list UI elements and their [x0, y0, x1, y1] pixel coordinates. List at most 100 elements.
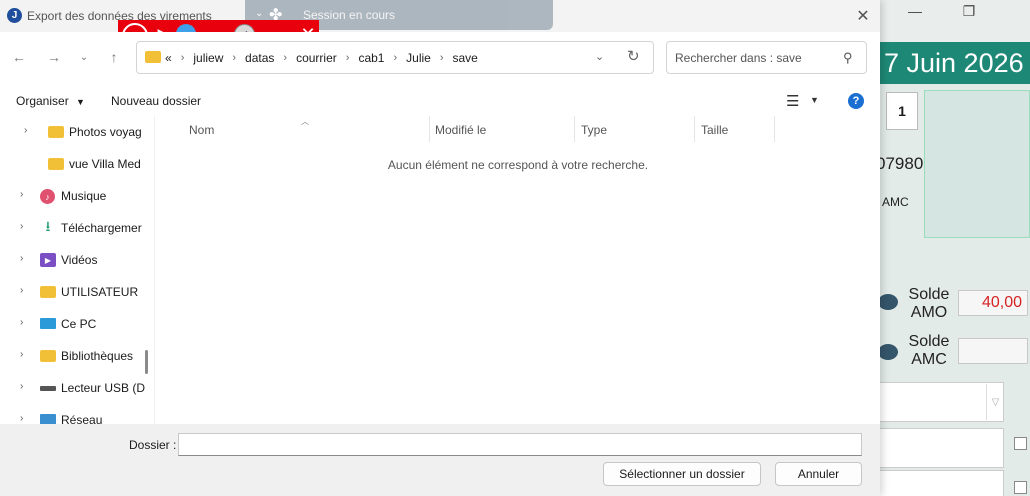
chevron-right-icon: › [232, 52, 237, 64]
chevron-down-icon[interactable]: ▼ [810, 95, 819, 105]
folder-icon [48, 158, 64, 170]
background-checkbox[interactable] [1014, 437, 1027, 450]
chevron-down-icon[interactable]: ▽ [986, 384, 1004, 420]
eye-icon[interactable] [878, 294, 898, 310]
app-logo-icon: J [7, 8, 22, 23]
background-checkbox[interactable] [1014, 481, 1027, 494]
tree-item-label: Réseau [61, 413, 103, 424]
chevron-right-icon: › [283, 52, 288, 64]
column-header-type[interactable]: Type [581, 116, 695, 142]
column-header-name[interactable]: Nom [189, 116, 430, 142]
solde-amc-label: Solde AMC [908, 333, 950, 368]
tree-item-label: Bibliothèques [61, 349, 134, 363]
tree-item[interactable]: › ♪ Musique [0, 180, 152, 212]
chevron-right-icon[interactable]: › [24, 125, 27, 136]
chevron-right-icon[interactable]: › [20, 349, 23, 360]
tree-item-label: Lecteur USB (D [61, 381, 146, 395]
eye-icon[interactable] [878, 344, 898, 360]
folder-icon [48, 126, 64, 138]
search-input[interactable] [675, 50, 835, 66]
folder-icon [40, 286, 56, 298]
chevron-right-icon[interactable]: › [20, 285, 23, 296]
chevron-down-icon: ▼ [76, 97, 85, 107]
forward-arrow-icon[interactable]: → [43, 46, 65, 68]
background-field[interactable] [878, 470, 1004, 496]
column-header-modified[interactable]: Modifié le [435, 116, 575, 142]
chevron-right-icon[interactable]: › [20, 317, 23, 328]
chevron-right-icon[interactable]: › [20, 413, 23, 424]
chevron-down-icon[interactable]: ⌄ [595, 50, 604, 63]
count-box: 1 [886, 92, 918, 130]
search-icon[interactable]: ⚲ [843, 50, 853, 66]
navigation-bar: ← → ⌄ ↑ « › juliew › datas › courrier › … [0, 32, 880, 84]
file-list: ︿ Nom Modifié le Type Taille Aucun éléme… [154, 116, 880, 424]
background-field[interactable] [878, 428, 1004, 468]
column-header-size[interactable]: Taille [701, 116, 775, 142]
tree-item-label: Musique [61, 189, 107, 203]
solde-amc-value [958, 338, 1028, 364]
tree-item[interactable]: vue Villa Med [0, 148, 152, 180]
chevron-down-icon[interactable]: ⌄ [255, 8, 263, 19]
command-bar: Organiser ▼ Nouveau dossier ☰ ▼ ? [0, 84, 880, 116]
computer-icon [40, 318, 56, 329]
maximize-icon[interactable]: ❐ [946, 0, 992, 22]
back-arrow-icon[interactable]: ← [8, 46, 30, 68]
folder-label: Dossier : [129, 438, 177, 452]
chevron-right-icon: › [180, 52, 185, 64]
breadcrumb-item[interactable]: courrier [296, 51, 337, 65]
info-area [924, 90, 1030, 238]
chevron-right-icon[interactable]: › [20, 189, 23, 200]
breadcrumb-item[interactable]: datas [245, 51, 274, 65]
minimize-icon[interactable]: — [892, 0, 938, 22]
scrollbar[interactable] [145, 350, 148, 374]
tree-item[interactable]: › ▶ Vidéos [0, 244, 152, 276]
folder-input[interactable] [178, 433, 862, 456]
breadcrumb-item[interactable]: juliew [193, 51, 223, 65]
help-icon[interactable]: ? [848, 93, 864, 109]
organize-menu[interactable]: Organiser ▼ [16, 94, 85, 108]
chevron-down-icon[interactable]: ⌄ [73, 46, 95, 68]
patient-number: 07980 [876, 154, 924, 173]
date-text: 7 Juin 2026 [884, 48, 1024, 78]
up-arrow-icon[interactable]: ↑ [103, 46, 125, 68]
music-icon: ♪ [40, 189, 55, 204]
tree-item[interactable]: › Lecteur USB (D [0, 372, 152, 404]
tree-item-label: Téléchargemer [61, 221, 142, 235]
folder-picker-dialog: J Export des données des virements ✕ ⌄ ✤… [0, 0, 880, 496]
tree-item[interactable]: › ⭳ Téléchargemer [0, 212, 152, 244]
chevron-right-icon: › [345, 52, 350, 64]
chevron-right-icon[interactable]: › [20, 381, 23, 392]
close-icon[interactable]: ✕ [846, 0, 880, 32]
search-box[interactable]: ⚲ [666, 41, 867, 74]
chevron-right-icon[interactable]: › [20, 253, 23, 264]
tree-item-label: vue Villa Med [69, 157, 141, 171]
tree-item[interactable]: › Réseau [0, 404, 152, 424]
dialog-footer: Dossier : Sélectionner un dossier Annule… [0, 424, 880, 496]
breadcrumb-item[interactable]: save [453, 51, 478, 65]
refresh-icon[interactable]: ↻ [627, 47, 640, 65]
tree-item-label: Vidéos [61, 253, 98, 267]
chevron-right-icon: › [393, 52, 398, 64]
tree-item[interactable]: › Bibliothèques [0, 340, 152, 372]
breadcrumb: « › juliew › datas › courrier › cab1 › J… [165, 51, 478, 65]
network-icon [40, 414, 56, 424]
select-folder-button[interactable]: Sélectionner un dossier [603, 462, 761, 486]
breadcrumb-overflow[interactable]: « [165, 51, 172, 65]
tree-item[interactable]: › Photos voyag [0, 116, 152, 148]
breadcrumb-item[interactable]: cab1 [358, 51, 384, 65]
solde-amo-value: 40,00 [958, 290, 1028, 316]
usb-drive-icon [40, 386, 56, 391]
amc-label: AMC [882, 195, 909, 209]
chevron-right-icon[interactable]: › [20, 221, 23, 232]
new-folder-button[interactable]: Nouveau dossier [111, 94, 201, 108]
tree-item[interactable]: › Ce PC [0, 308, 152, 340]
breadcrumb-item[interactable]: Julie [406, 51, 431, 65]
cancel-button[interactable]: Annuler [775, 462, 862, 486]
empty-state-message: Aucun élément ne correspond à votre rech… [387, 158, 649, 172]
chevron-right-icon: › [439, 52, 444, 64]
address-bar[interactable]: « › juliew › datas › courrier › cab1 › J… [136, 41, 654, 74]
navigation-pane: › Photos voyag vue Villa Med › ♪ Musique… [0, 116, 154, 424]
tree-item[interactable]: › UTILISATEUR [0, 276, 152, 308]
view-options-icon[interactable]: ☰ [786, 92, 799, 110]
solde-amo-label: Solde AMO [908, 286, 950, 321]
